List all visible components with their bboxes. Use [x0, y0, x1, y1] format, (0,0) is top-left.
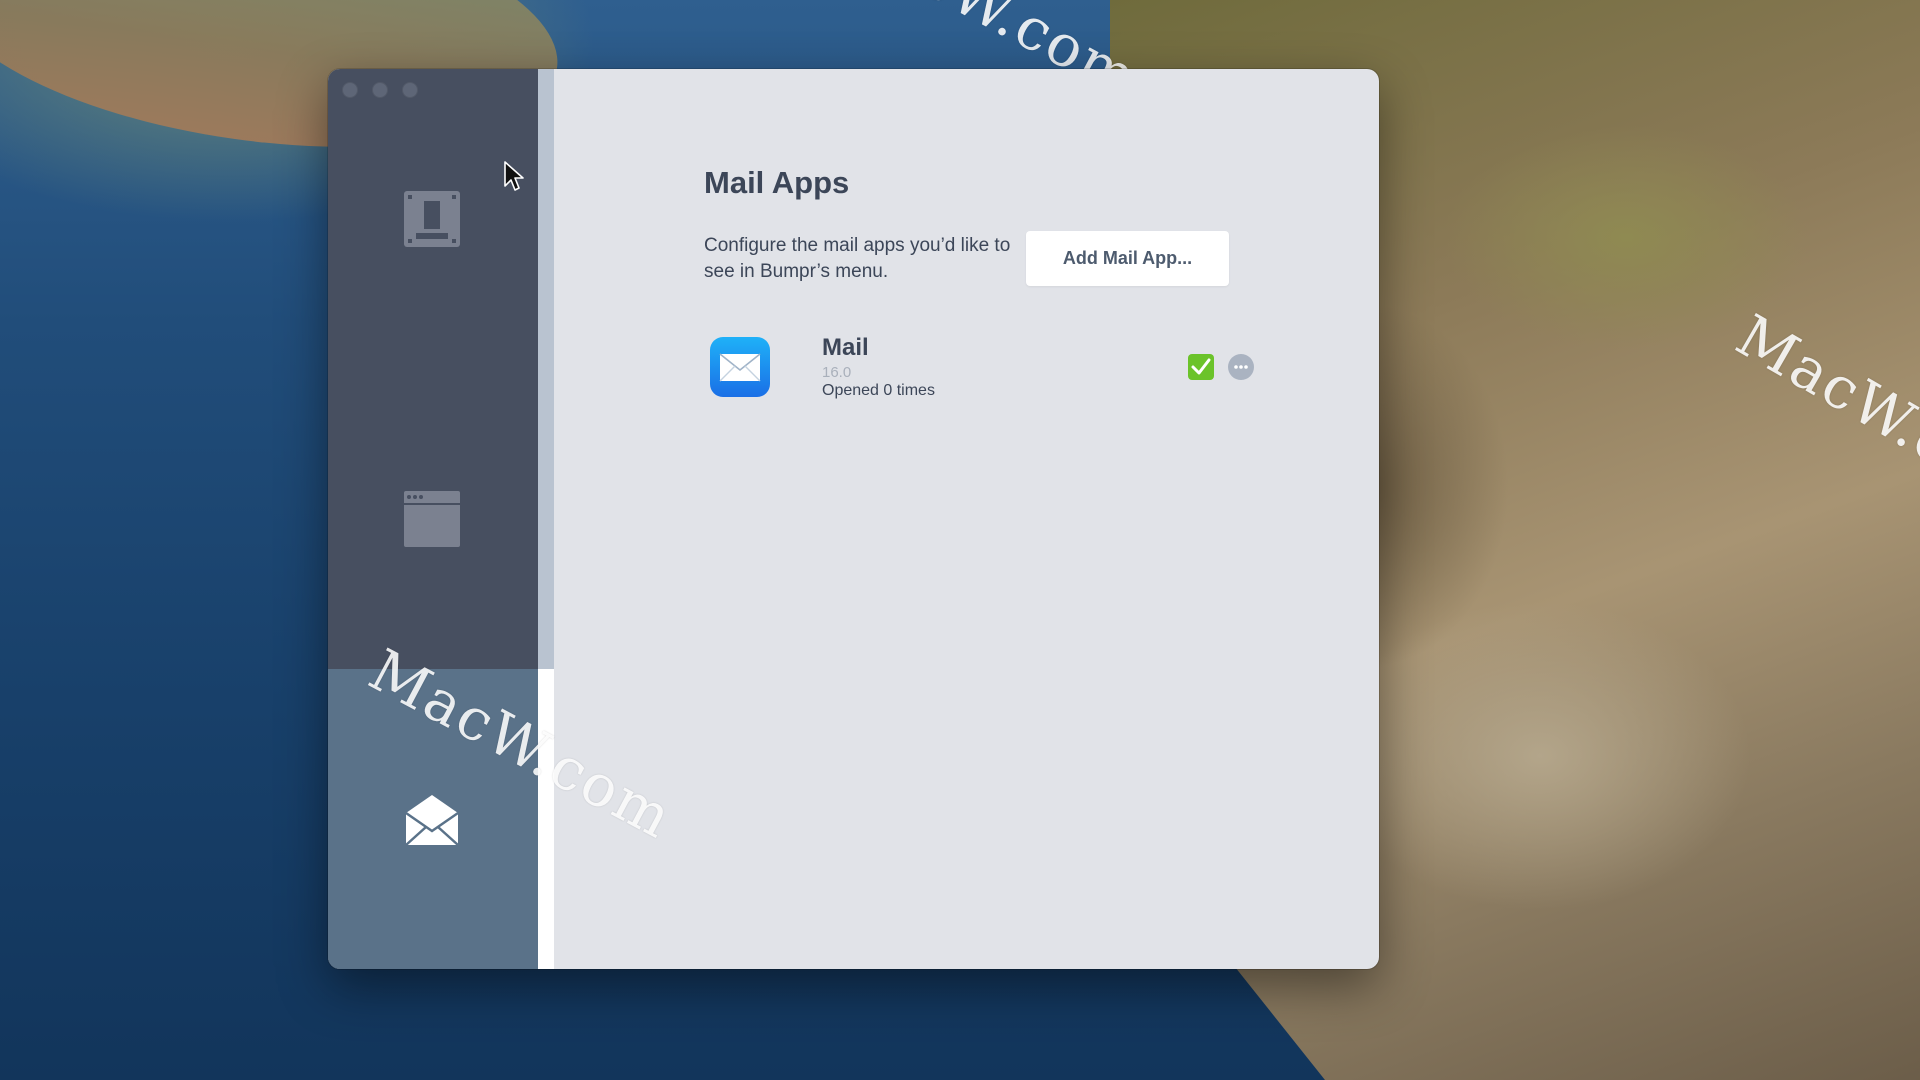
- mouse-cursor-icon: [504, 161, 524, 191]
- app-open-count: Opened 0 times: [822, 382, 935, 399]
- mail-app-row: Mail 16.0 Opened 0 times: [704, 331, 1254, 411]
- mail-app-icon: [710, 337, 770, 397]
- sidebar-item-mail[interactable]: [404, 791, 460, 847]
- envelope-icon: [405, 795, 459, 846]
- more-options-button[interactable]: [1228, 354, 1254, 380]
- sidebar-item-windows[interactable]: [404, 491, 460, 547]
- window-minimize-button[interactable]: [372, 82, 388, 98]
- sidebar: [328, 69, 538, 969]
- sidebar-divider-selection: [538, 669, 554, 969]
- enabled-checkbox[interactable]: [1188, 354, 1214, 380]
- browser-icon: [404, 191, 460, 247]
- window-close-button[interactable]: [342, 82, 358, 98]
- page-title: Mail Apps: [704, 165, 850, 200]
- window-icon: [404, 491, 460, 547]
- page-description: Configure the mail apps you’d like to se…: [704, 235, 1011, 282]
- sidebar-item-browsers[interactable]: [404, 191, 460, 247]
- add-mail-app-button[interactable]: Add Mail App...: [1026, 231, 1229, 286]
- window-zoom-button[interactable]: [402, 82, 418, 98]
- app-version: 16.0: [822, 364, 852, 381]
- bumpr-preferences-window: Mail Apps Configure the mail apps you’d …: [328, 69, 1379, 969]
- ellipsis-icon: [1234, 365, 1248, 369]
- sidebar-divider: [538, 69, 554, 969]
- checkmark-icon: [1191, 358, 1211, 375]
- app-name: Mail: [822, 334, 869, 361]
